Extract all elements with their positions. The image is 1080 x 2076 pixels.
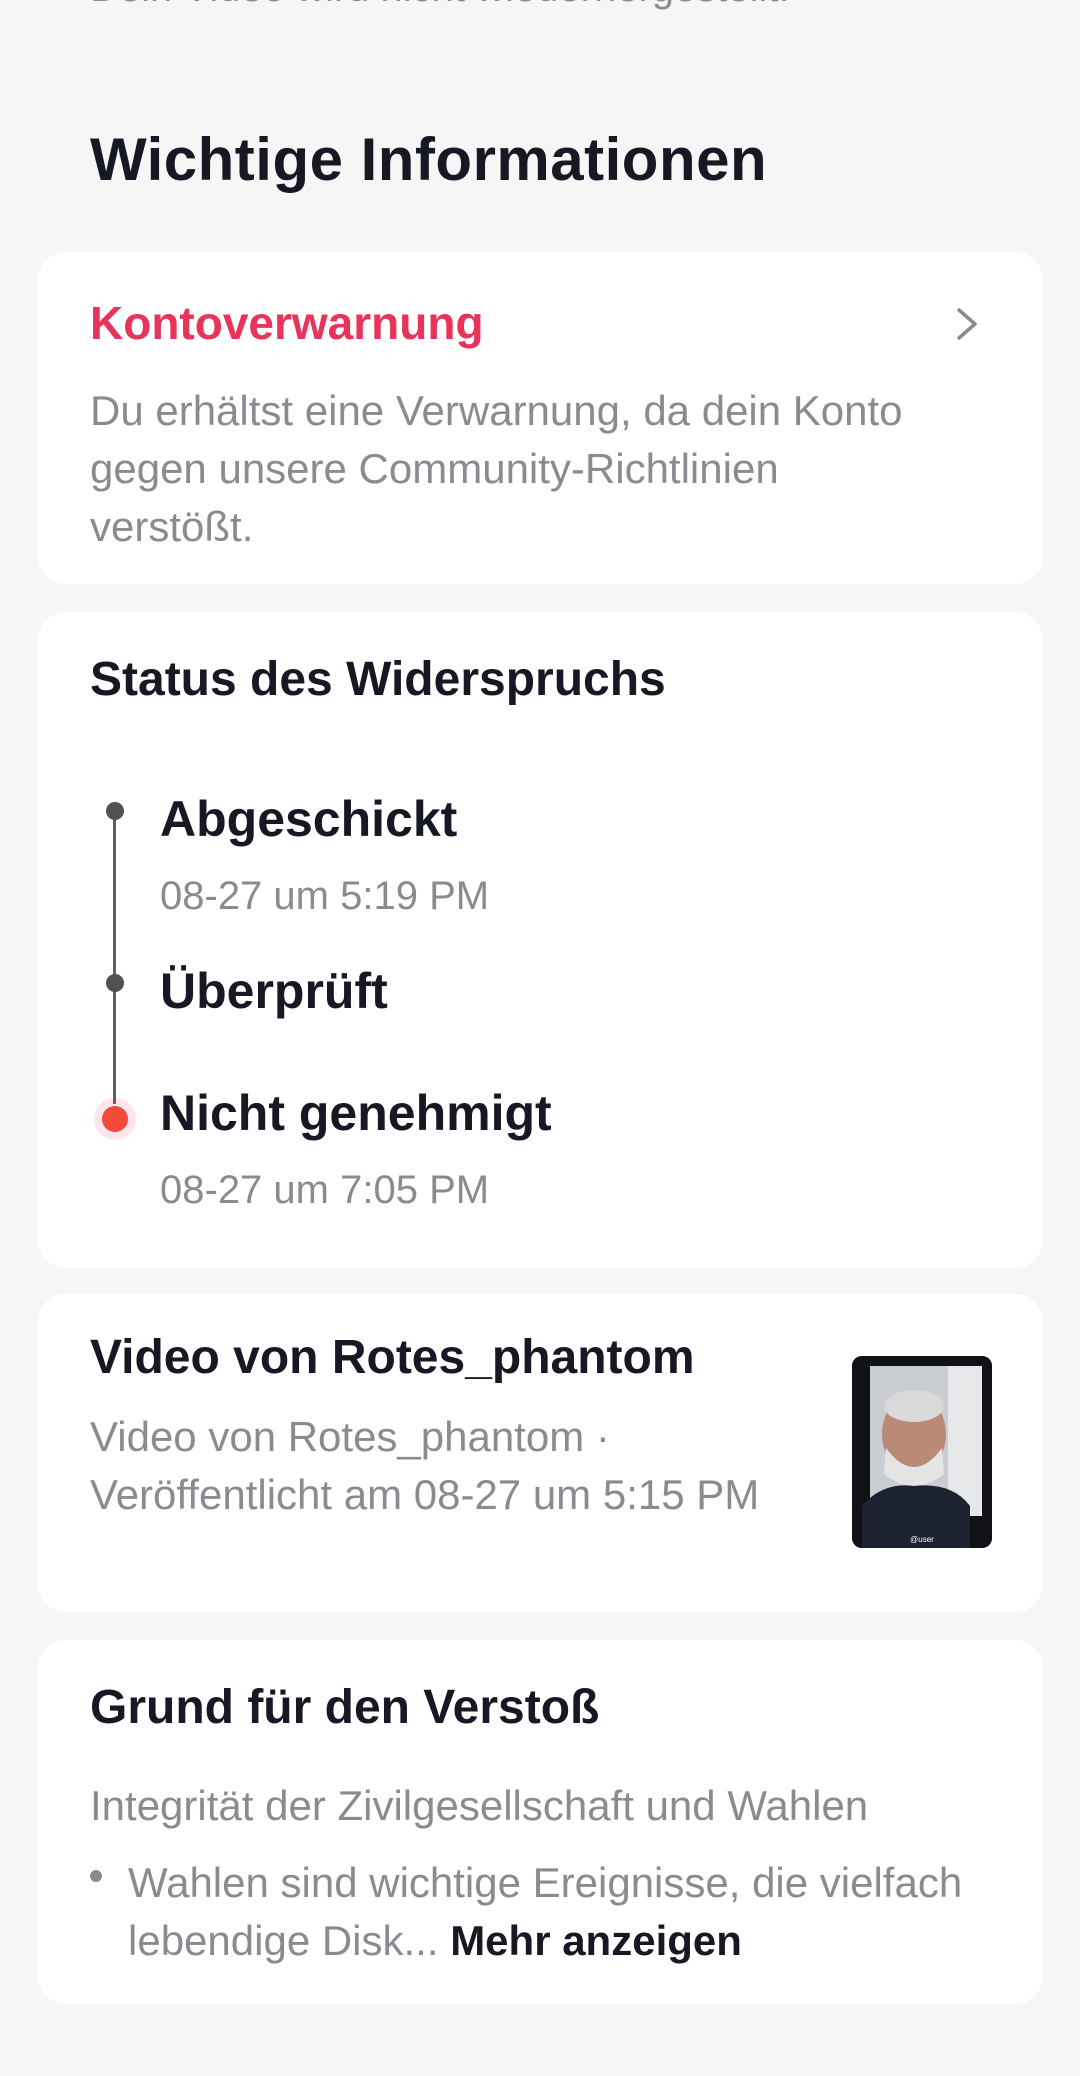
video-card[interactable]: Video von Rotes_phantom Video von Rotes_…	[38, 1294, 1043, 1612]
bullet-icon	[90, 1870, 102, 1882]
step-rejected-time: 08-27 um 7:05 PM	[160, 1168, 490, 1212]
violation-category: Integrität der Zivilgesellschaft und Wah…	[90, 1782, 869, 1829]
step-rejected-title: Nicht genehmigt	[160, 1085, 552, 1141]
violation-reason-heading: Grund für den Verstoß	[90, 1681, 600, 1734]
appeal-status-heading: Status des Widerspruchs	[90, 653, 666, 706]
account-warning-description: Du erhältst eine Verwarnung, da dein Kon…	[90, 387, 903, 550]
timeline-line	[113, 812, 116, 1104]
account-warning-title: Kontoverwarnung	[90, 297, 484, 349]
appeal-status-card: Status des Widerspruchs Abgeschickt 08-2…	[38, 612, 1043, 1268]
svg-text:@user: @user	[910, 1535, 934, 1544]
step-submitted-title: Abgeschickt	[160, 791, 458, 847]
show-more-link[interactable]: Mehr anzeigen	[450, 1917, 742, 1964]
video-thumbnail-image: @user	[852, 1356, 992, 1548]
step-submitted-time: 08-27 um 5:19 PM	[160, 874, 490, 918]
step-reviewed-title: Überprüft	[160, 963, 388, 1019]
violation-reason-text-wrap: Wahlen sind wichtige Ereignisse, die vie…	[128, 1854, 1028, 1970]
chevron-right-icon	[957, 308, 977, 340]
video-thumbnail[interactable]: @user	[852, 1356, 992, 1548]
timeline-dot-submitted	[106, 802, 124, 820]
video-heading: Video von Rotes_phantom	[90, 1331, 695, 1384]
video-description: Video von Rotes_phantom · Veröffentlicht…	[90, 1413, 760, 1518]
account-warning-card[interactable]: Kontoverwarnung Du erhältst eine Verwarn…	[38, 252, 1043, 584]
restore-notice-text: Dein Video wird nicht wiederhergestellt.	[90, 0, 790, 11]
violation-reason-card: Grund für den Verstoß Integrität der Ziv…	[38, 1640, 1043, 2004]
section-title: Wichtige Informationen	[90, 126, 768, 193]
timeline-dot-rejected	[94, 1098, 136, 1140]
timeline-dot-reviewed	[106, 974, 124, 992]
